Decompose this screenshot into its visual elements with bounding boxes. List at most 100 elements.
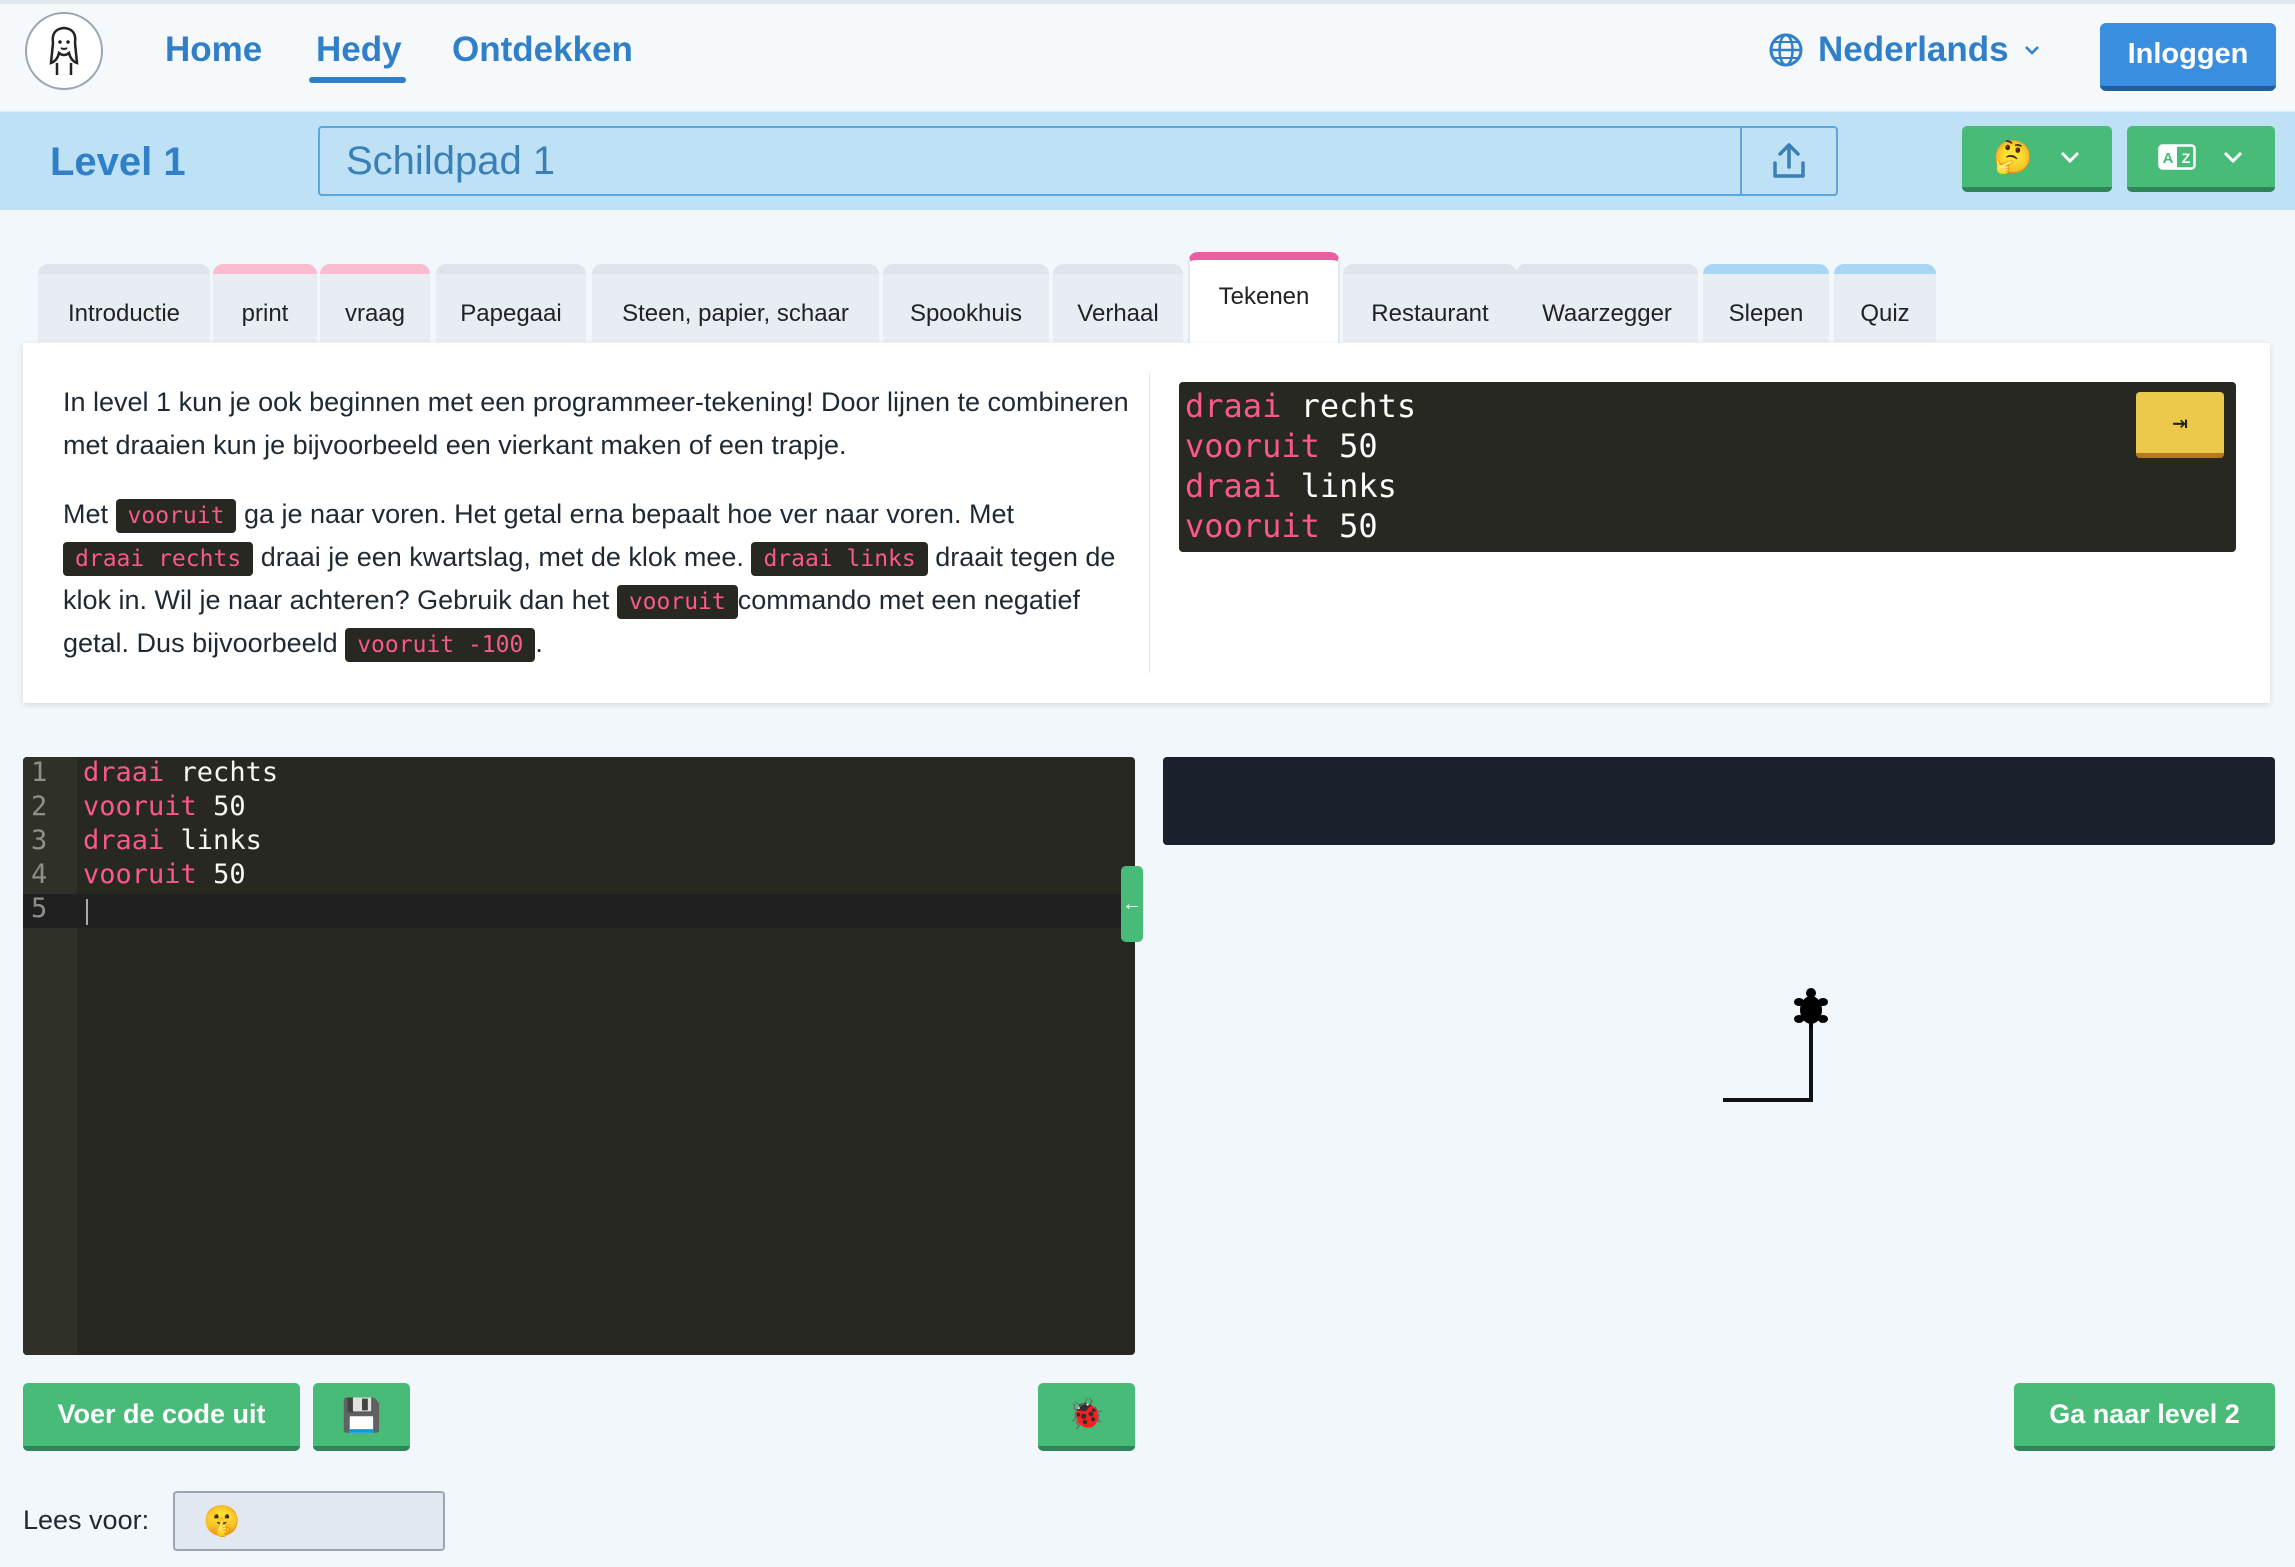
code-line: vooruit 50: [83, 859, 246, 890]
example-code-line: draai rechts: [1185, 386, 2230, 426]
code-line: draai links: [83, 825, 262, 856]
explanation-text: draai je een kwartslag, met de klok mee.: [260, 542, 744, 572]
explanation-text: Met: [63, 499, 109, 529]
globe-icon: [1769, 33, 1803, 67]
text-cursor: [86, 899, 88, 925]
top-nav: Home Hedy Ontdekken Nederlands Inloggen: [0, 0, 2295, 112]
adventure-card: In level 1 kun je ook beginnen met een p…: [23, 343, 2270, 703]
code-argument: links: [180, 825, 262, 856]
code-argument: links: [1300, 467, 1397, 505]
share-button[interactable]: [1740, 126, 1838, 196]
code-keyword: vooruit: [83, 859, 197, 890]
example-code-line: draai links: [1185, 466, 2230, 506]
turtle-canvas: [1163, 850, 2275, 1350]
tab-restaurant[interactable]: Restaurant: [1343, 264, 1517, 342]
svg-text:Z: Z: [2182, 150, 2191, 166]
code-line: vooruit 50: [83, 791, 246, 822]
code-line: draai rechts: [83, 757, 278, 788]
level-bar: Level 1 🤔 A Z: [0, 112, 2295, 210]
code-editor[interactable]: 1 2 3 4 5 draai rechts vooruit 50 draai …: [23, 757, 1135, 1355]
turtle-drawing: [1723, 988, 1828, 1102]
explanation-text: ga je naar voren. Het getal erna bepaalt…: [243, 499, 1014, 529]
code-argument: 50: [213, 859, 246, 890]
floppy-disk-icon: 💾: [341, 1396, 382, 1433]
code-argument: rechts: [180, 757, 279, 788]
code-keyword: vooruit: [1185, 507, 1320, 545]
debug-button[interactable]: 🐞: [1038, 1383, 1135, 1451]
shushing-face-icon: 🤫: [203, 1504, 241, 1538]
save-button[interactable]: 💾: [313, 1383, 410, 1451]
code-chip: draai links: [751, 541, 928, 576]
editor-active-line: [23, 894, 1135, 928]
code-argument: 50: [213, 791, 246, 822]
explanation-paragraph-2: Met vooruit ga je naar voren. Het getal …: [63, 493, 1143, 665]
login-button[interactable]: Inloggen: [2100, 23, 2276, 91]
example-code-line: vooruit 50: [1185, 426, 2230, 466]
tab-quiz[interactable]: Quiz: [1834, 264, 1936, 342]
nav-hedy-link[interactable]: Hedy: [316, 30, 402, 70]
next-level-button[interactable]: Ga naar level 2: [2014, 1383, 2275, 1451]
svg-text:A: A: [2163, 150, 2174, 167]
nav-ontdekken-link[interactable]: Ontdekken: [452, 30, 633, 70]
code-chip: vooruit -100: [345, 627, 536, 662]
tab-slepen[interactable]: Slepen: [1703, 264, 1829, 342]
hedy-logo[interactable]: [25, 12, 103, 90]
thinking-face-icon: 🤔: [1993, 138, 2033, 175]
turtle-icon: [1794, 988, 1828, 1030]
chevron-down-icon: [2024, 46, 2039, 55]
tab-tekenen[interactable]: Tekenen: [1188, 252, 1340, 344]
example-code-line: vooruit 50: [1185, 506, 2230, 546]
emoji-dropdown[interactable]: 🤔: [1962, 126, 2112, 192]
read-aloud-label: Lees voor:: [23, 1505, 150, 1535]
editor-resize-handle[interactable]: ←: [1121, 866, 1143, 942]
read-aloud-select[interactable]: 🤫: [173, 1491, 445, 1551]
keyword-language-dropdown[interactable]: A Z: [2127, 126, 2275, 192]
explanation-text: .: [535, 628, 543, 658]
line-number: 3: [31, 825, 48, 856]
nav-home-link[interactable]: Home: [165, 30, 262, 70]
line-number: 1: [31, 757, 48, 788]
code-chip: draai rechts: [63, 541, 254, 576]
code-keyword: draai: [1185, 387, 1282, 425]
code-chip: vooruit: [115, 498, 237, 533]
chevron-down-icon: [2223, 151, 2243, 163]
ladybug-icon: 🐞: [1067, 1398, 1106, 1431]
tab-steen-papier-schaar[interactable]: Steen, papier, schaar: [592, 264, 879, 342]
top-line: [0, 0, 2295, 4]
level-title: Level 1: [50, 140, 186, 184]
tab-vraag[interactable]: vraag: [320, 264, 430, 342]
card-divider: [1149, 373, 1150, 673]
code-argument: 50: [1339, 507, 1378, 545]
code-keyword: draai: [83, 757, 165, 788]
nav-active-underline: [309, 77, 406, 83]
line-number: 4: [31, 859, 48, 890]
tab-papegaai[interactable]: Papegaai: [436, 264, 586, 342]
tab-spookhuis[interactable]: Spookhuis: [883, 264, 1049, 342]
line-number: 2: [31, 791, 48, 822]
copy-to-editor-button[interactable]: ⇥: [2136, 392, 2224, 458]
hedy-face-icon: [49, 26, 79, 75]
translate-icon: A Z: [2158, 143, 2196, 170]
code-keyword: vooruit: [1185, 427, 1320, 465]
tab-arrow-icon: ⇥: [2172, 407, 2188, 438]
code-keyword: draai: [83, 825, 165, 856]
output-bar: [1163, 757, 2275, 845]
code-keyword: vooruit: [83, 791, 197, 822]
tab-introductie[interactable]: Introductie: [38, 264, 210, 342]
tab-waarzegger[interactable]: Waarzegger: [1516, 264, 1698, 342]
language-label: Nederlands: [1818, 30, 2009, 69]
code-chip: vooruit: [616, 584, 738, 619]
adventure-explanation: In level 1 kun je ook beginnen met een p…: [63, 381, 1143, 691]
upload-icon: [1773, 143, 1805, 178]
tab-verhaal[interactable]: Verhaal: [1053, 264, 1183, 342]
program-name-input[interactable]: [318, 126, 1740, 196]
code-argument: 50: [1339, 427, 1378, 465]
run-code-button[interactable]: Voer de code uit: [23, 1383, 300, 1451]
code-keyword: draai: [1185, 467, 1282, 505]
tab-print[interactable]: print: [213, 264, 317, 342]
explanation-paragraph-1: In level 1 kun je ook beginnen met een p…: [63, 387, 1129, 460]
line-number: 5: [31, 893, 48, 924]
language-dropdown[interactable]: Nederlands: [1768, 30, 2041, 70]
code-argument: rechts: [1300, 387, 1417, 425]
arrow-left-icon: ←: [1122, 892, 1142, 915]
